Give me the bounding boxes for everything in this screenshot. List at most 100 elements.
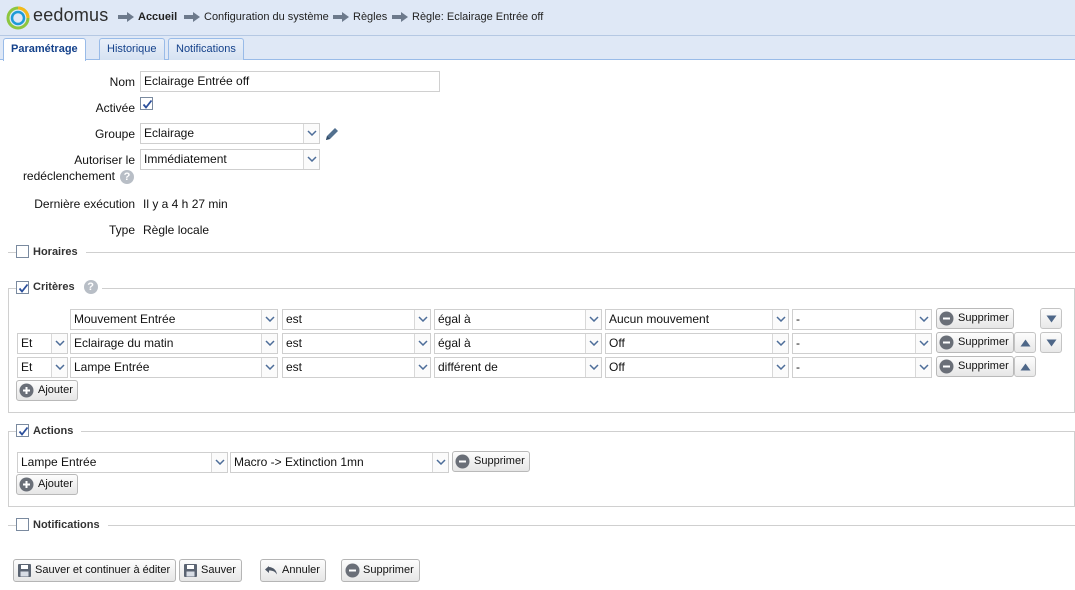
chevron-down-icon[interactable] [915, 310, 931, 329]
horaires-checkbox[interactable] [16, 245, 29, 258]
notifications-checkbox[interactable] [16, 518, 29, 531]
button-label: Sauver et continuer à éditer [35, 564, 171, 576]
select-value: est [286, 360, 303, 374]
arrow-right-icon [184, 12, 200, 22]
pencil-edit-icon[interactable] [323, 125, 341, 143]
derniere-execution-label: Dernière exécution [34, 197, 135, 211]
tab-historique[interactable]: Historique [99, 38, 165, 60]
criteres-legend: Critères ? [16, 280, 102, 294]
chevron-down-icon[interactable] [585, 334, 601, 353]
action-macro-select[interactable]: Macro -> Extinction 1mn [230, 452, 449, 473]
select-value: - [796, 312, 800, 326]
delete-rule-button[interactable]: Supprimer [341, 559, 420, 582]
actions-add-button[interactable]: Ajouter [16, 474, 78, 495]
triangle-down-icon [1046, 339, 1057, 347]
chevron-down-icon[interactable] [51, 334, 67, 353]
criterion-operator-select[interactable]: est [282, 309, 431, 330]
criterion-extra-select[interactable]: - [792, 309, 932, 330]
criterion-operator-select[interactable]: est [282, 357, 431, 378]
chevron-down-icon[interactable] [414, 358, 430, 377]
chevron-down-icon[interactable] [915, 334, 931, 353]
chevron-down-icon[interactable] [772, 358, 788, 377]
chevron-down-icon[interactable] [772, 334, 788, 353]
button-label: Ajouter [38, 384, 73, 396]
criterion-comparison-select[interactable]: différent de [434, 357, 602, 378]
button-label: Supprimer [958, 360, 1009, 372]
redeclenchement-select[interactable]: Immédiatement [140, 149, 320, 170]
criterion-extra-select[interactable]: - [792, 333, 932, 354]
move-down-button[interactable] [1040, 332, 1062, 353]
chevron-down-icon[interactable] [772, 310, 788, 329]
breadcrumb-item-configuration[interactable]: Configuration du système [184, 11, 329, 23]
tab-parametrage[interactable]: Paramétrage [3, 38, 86, 61]
chevron-down-icon[interactable] [51, 358, 67, 377]
minus-circle-icon [939, 311, 954, 326]
criterion-value-select[interactable]: Off [605, 333, 789, 354]
save-button[interactable]: Sauver [179, 559, 242, 582]
chevron-down-icon[interactable] [915, 358, 931, 377]
chevron-down-icon[interactable] [414, 334, 430, 353]
tab-notifications[interactable]: Notifications [168, 38, 244, 60]
chevron-down-icon[interactable] [261, 358, 277, 377]
activee-checkbox[interactable] [140, 97, 153, 110]
redeclenchement-value: Immédiatement [144, 152, 227, 166]
criterion-delete-button[interactable]: Supprimer [936, 308, 1014, 329]
undo-icon [265, 566, 277, 575]
connector-value: Et [21, 336, 33, 350]
save-continue-button[interactable]: Sauver et continuer à éditer [13, 559, 177, 582]
action-delete-button[interactable]: Supprimer [452, 451, 530, 472]
brand-name[interactable]: eedomus [33, 5, 108, 26]
cancel-button[interactable]: Annuler [260, 559, 326, 582]
criterion-connector-select[interactable]: Et [17, 357, 68, 378]
criterion-comparison-select[interactable]: égal à [434, 333, 602, 354]
criterion-operator-select[interactable]: est [282, 333, 431, 354]
notifications-legend: Notifications [16, 518, 108, 531]
chevron-down-icon[interactable] [585, 358, 601, 377]
arrow-right-icon [333, 12, 349, 22]
actions-checkbox[interactable] [16, 424, 29, 437]
criterion-device-select[interactable]: Eclairage du matin [70, 333, 278, 354]
action-device-select[interactable]: Lampe Entrée [17, 452, 228, 473]
triangle-down-icon [1046, 315, 1057, 323]
criterion-delete-button[interactable]: Supprimer [936, 332, 1014, 353]
chevron-down-icon[interactable] [261, 310, 277, 329]
criterion-connector-select[interactable]: Et [17, 333, 68, 354]
eedomus-logo-icon [6, 6, 30, 30]
plus-circle-icon [19, 477, 34, 492]
breadcrumb-item-accueil[interactable]: Accueil [118, 11, 177, 23]
move-up-button[interactable] [1014, 332, 1036, 353]
criteres-checkbox[interactable] [16, 280, 29, 294]
triangle-up-icon [1020, 363, 1031, 371]
chevron-down-icon[interactable] [303, 124, 319, 143]
help-icon[interactable]: ? [120, 170, 134, 184]
criterion-value-select[interactable]: Off [605, 357, 789, 378]
criterion-comparison-select[interactable]: égal à [434, 309, 602, 330]
chevron-down-icon[interactable] [585, 310, 601, 329]
chevron-down-icon[interactable] [211, 453, 227, 472]
criteres-add-button[interactable]: Ajouter [16, 380, 78, 401]
move-up-button[interactable] [1014, 356, 1036, 377]
minus-circle-icon [939, 335, 954, 350]
nom-input[interactable]: Eclairage Entrée off [140, 71, 440, 92]
breadcrumb-item-regles[interactable]: Règles [333, 11, 387, 23]
select-value: est [286, 336, 303, 350]
chevron-down-icon[interactable] [414, 310, 430, 329]
criterion-delete-button[interactable]: Supprimer [936, 356, 1014, 377]
criterion-device-select[interactable]: Mouvement Entrée [70, 309, 278, 330]
autoriser-label-line1: Autoriser le [74, 153, 135, 167]
criterion-device-select[interactable]: Lampe Entrée [70, 357, 278, 378]
horaires-divider [8, 252, 1075, 253]
button-label: Supprimer [474, 455, 525, 467]
criterion-value-select[interactable]: Aucun mouvement [605, 309, 789, 330]
groupe-select[interactable]: Eclairage [140, 123, 320, 144]
move-down-button[interactable] [1040, 308, 1062, 329]
check-icon [18, 283, 29, 293]
type-value: Règle locale [143, 223, 210, 237]
chevron-down-icon[interactable] [303, 150, 319, 169]
breadcrumb-label: Accueil [138, 11, 178, 23]
chevron-down-icon[interactable] [432, 453, 448, 472]
floppy-disk-icon [18, 564, 31, 577]
help-icon[interactable]: ? [83, 280, 98, 294]
criterion-extra-select[interactable]: - [792, 357, 932, 378]
chevron-down-icon[interactable] [261, 334, 277, 353]
